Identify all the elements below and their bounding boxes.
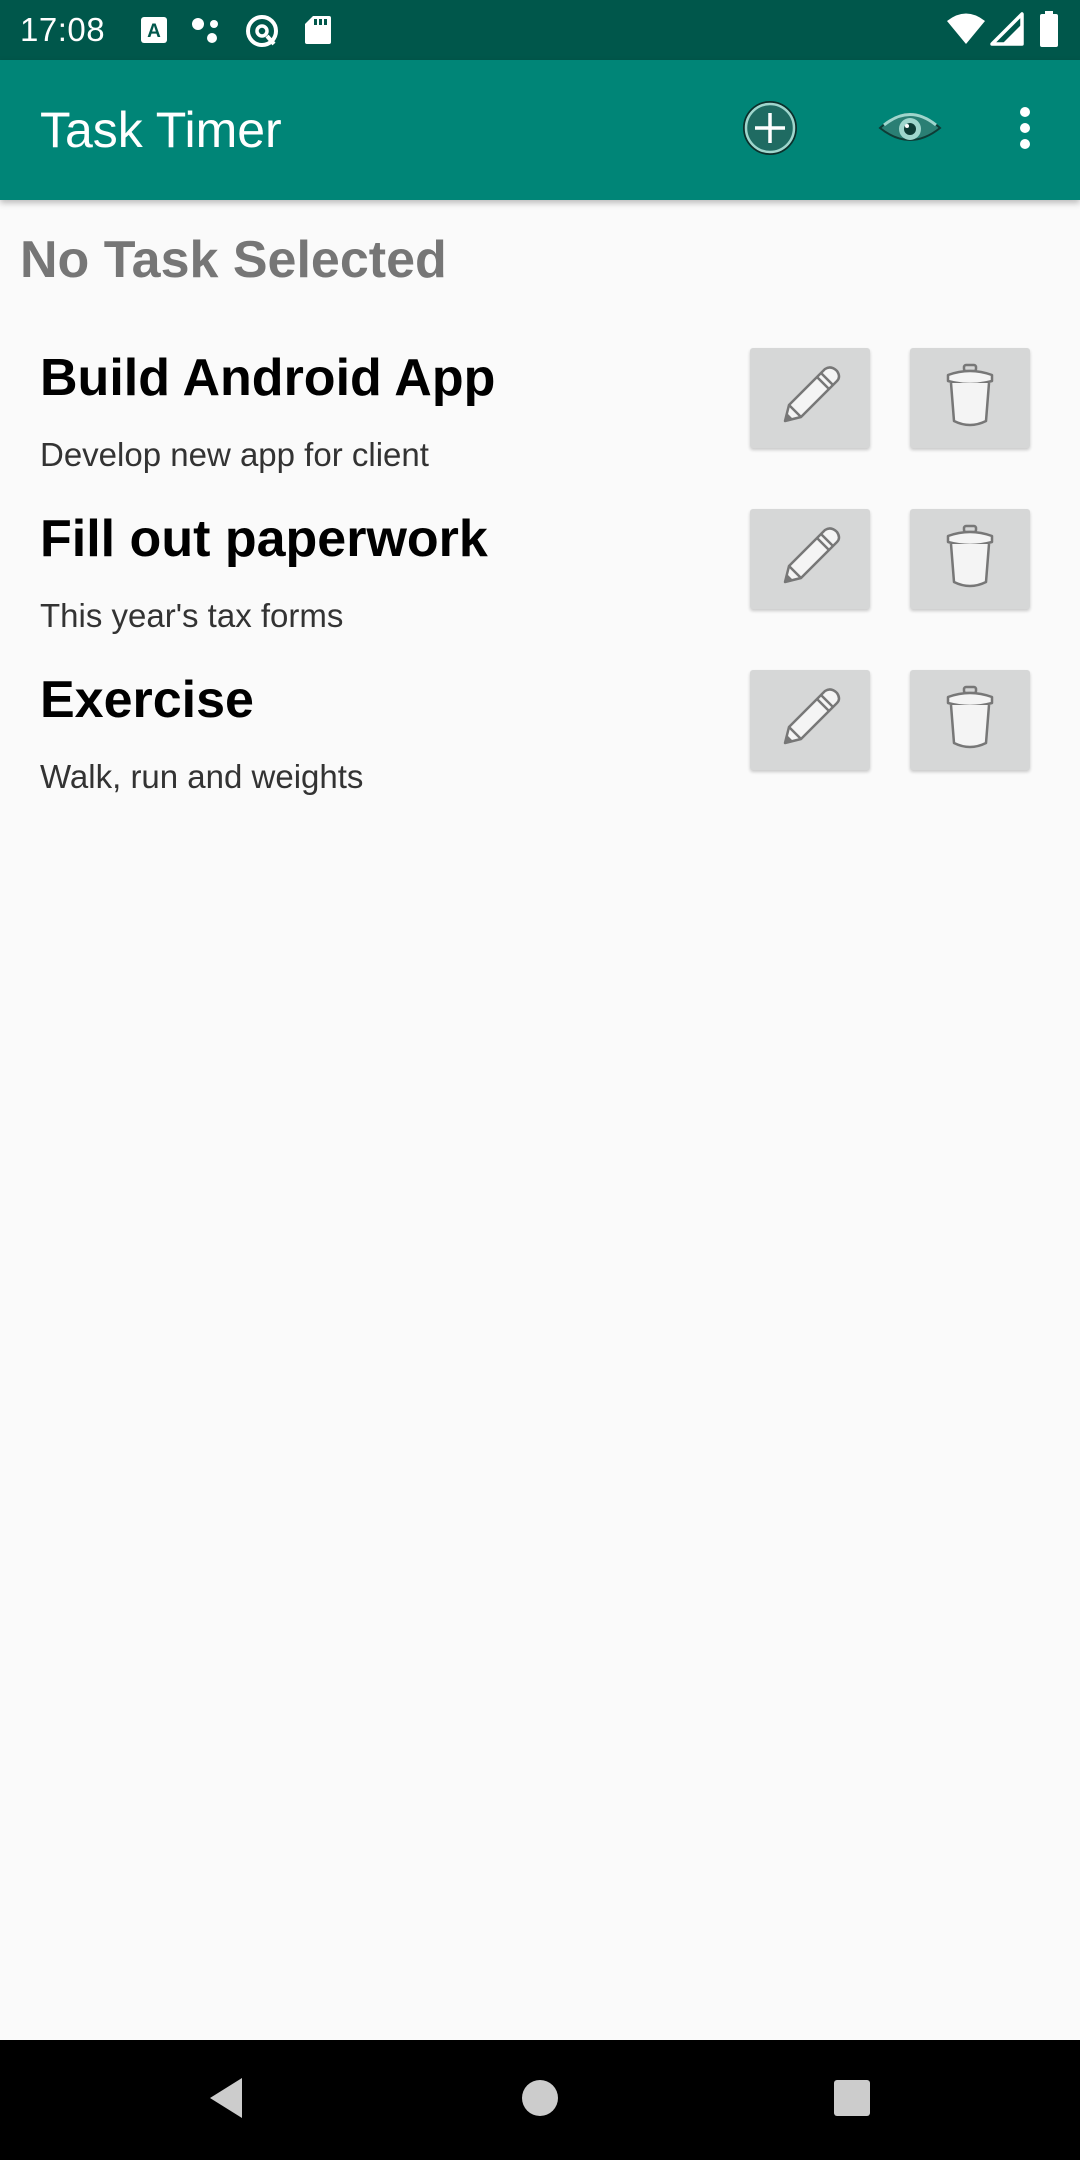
signal-icon bbox=[990, 12, 1024, 51]
task-name: Fill out paperwork bbox=[40, 510, 488, 568]
a-notification-icon: A bbox=[140, 14, 168, 51]
navigation-bar bbox=[0, 2040, 1080, 2160]
recents-button[interactable] bbox=[812, 2060, 892, 2140]
delete-task-button[interactable] bbox=[910, 509, 1030, 609]
pencil-icon bbox=[775, 683, 845, 758]
task-row[interactable]: Build Android App Develop new app for cl… bbox=[0, 348, 1080, 508]
recents-icon bbox=[832, 2078, 872, 2123]
task-row[interactable]: Fill out paperwork This year's tax forms bbox=[0, 509, 1080, 669]
back-icon bbox=[206, 2076, 246, 2125]
more-vert-icon bbox=[1017, 106, 1033, 155]
task-description: Develop new app for client bbox=[40, 436, 429, 473]
trash-icon bbox=[940, 361, 1000, 436]
add-circle-icon bbox=[740, 98, 800, 163]
pencil-icon bbox=[775, 361, 845, 436]
sd-card-icon bbox=[304, 14, 332, 51]
eye-icon bbox=[878, 106, 942, 155]
svg-text:A: A bbox=[147, 21, 161, 42]
add-task-button[interactable] bbox=[730, 90, 810, 170]
task-description: This year's tax forms bbox=[40, 597, 344, 634]
trash-icon bbox=[940, 522, 1000, 597]
dots-notification-icon bbox=[190, 14, 224, 51]
task-name: Exercise bbox=[40, 671, 254, 729]
task-name: Build Android App bbox=[40, 349, 496, 407]
trash-icon bbox=[940, 683, 1000, 758]
at-notification-icon bbox=[244, 14, 280, 53]
current-task-label: No Task Selected bbox=[20, 231, 447, 289]
status-bar: 17:08 A bbox=[0, 0, 1080, 60]
task-description: Walk, run and weights bbox=[40, 758, 364, 795]
battery-icon bbox=[1038, 10, 1060, 53]
pencil-icon bbox=[775, 522, 845, 597]
overflow-menu-button[interactable] bbox=[985, 90, 1065, 170]
edit-task-button[interactable] bbox=[750, 670, 870, 770]
edit-task-button[interactable] bbox=[750, 509, 870, 609]
task-row[interactable]: Exercise Walk, run and weights bbox=[0, 670, 1080, 830]
delete-task-button[interactable] bbox=[910, 348, 1030, 448]
wifi-icon bbox=[946, 12, 986, 51]
app-bar: Task Timer bbox=[0, 60, 1080, 200]
home-icon bbox=[520, 2078, 560, 2123]
back-button[interactable] bbox=[186, 2060, 266, 2140]
status-time: 17:08 bbox=[20, 11, 106, 48]
app-title: Task Timer bbox=[40, 102, 282, 158]
home-button[interactable] bbox=[500, 2060, 580, 2140]
show-durations-button[interactable] bbox=[870, 90, 950, 170]
delete-task-button[interactable] bbox=[910, 670, 1030, 770]
edit-task-button[interactable] bbox=[750, 348, 870, 448]
